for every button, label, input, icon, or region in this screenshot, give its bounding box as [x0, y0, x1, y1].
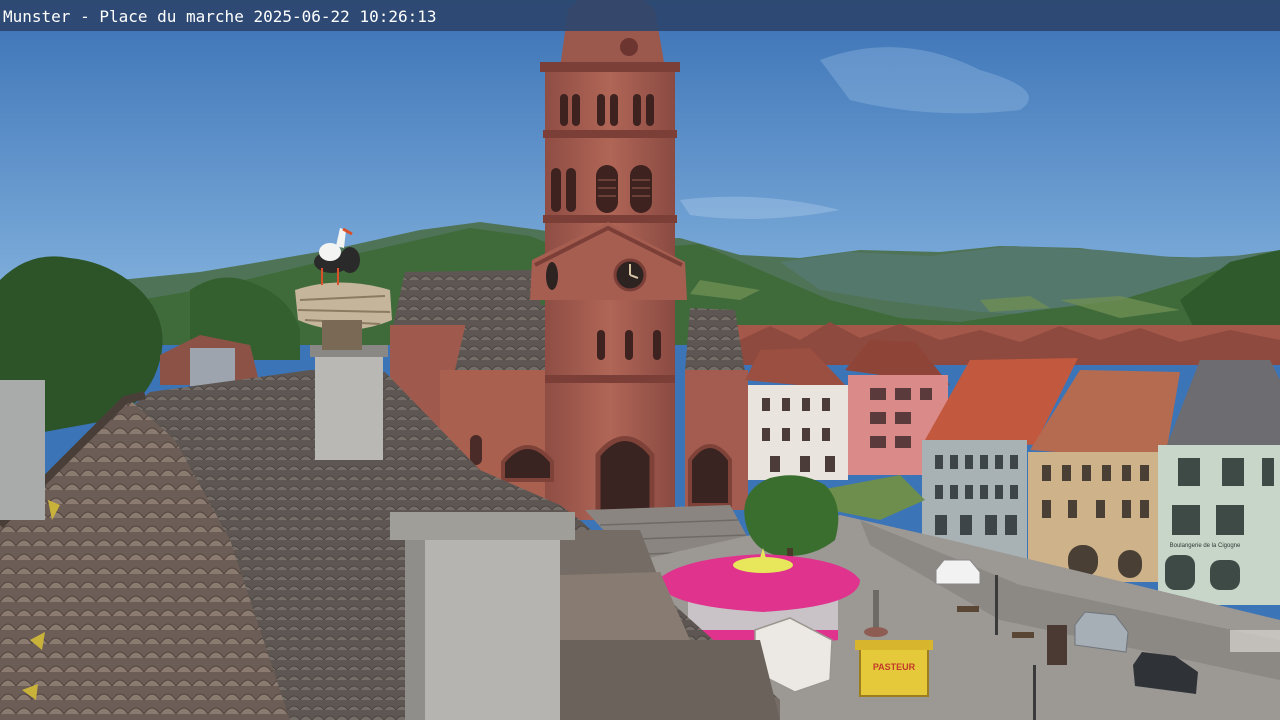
car-white: [935, 559, 981, 585]
lamp-post: [1033, 665, 1036, 720]
left-chimney: [0, 380, 45, 520]
house-left-wall: [190, 348, 235, 386]
tower-cornice: [540, 62, 680, 72]
lamp-post: [995, 575, 998, 635]
overlay-spacer: [350, 6, 360, 28]
webcam-frame: Boulangerie de la Cigogne PASTEUR Munste…: [0, 0, 1280, 720]
tower-rose-window: [620, 38, 638, 56]
crosswalk: [1230, 630, 1280, 652]
main-portal: [595, 436, 655, 518]
foreground-chimney: [405, 530, 560, 720]
info-board: [1047, 625, 1067, 665]
kiosk-sign: PASTEUR: [873, 662, 916, 672]
square-tree: [744, 475, 839, 556]
overlay-location: Munster - Place du marche: [3, 6, 244, 26]
tower-cornice: [543, 130, 677, 138]
kiosk: [859, 647, 929, 697]
bench: [1012, 632, 1034, 638]
foreground-chimney-shadow: [405, 540, 425, 720]
side-portal-left: [501, 445, 554, 482]
house-mint-roof: [1165, 360, 1280, 450]
fountain-column: [873, 590, 879, 630]
church-right-roof: [685, 308, 745, 372]
overlay-date: 2025-06-22: [253, 6, 350, 26]
overlay-time: 10:26:13: [359, 6, 437, 26]
clock-icon: [613, 258, 647, 292]
side-portal-right: [688, 444, 732, 507]
foreground-roof-band: [560, 640, 780, 720]
timestamp-overlay: Munster - Place du marche 2025-06-22 10:…: [0, 0, 1280, 31]
kiosk-roof: [855, 640, 933, 650]
tower-cornice: [543, 215, 677, 223]
bench: [957, 606, 979, 612]
overlay-spacer: [244, 6, 254, 28]
tower-frieze: [545, 375, 675, 383]
webcam-scene: Boulangerie de la Cigogne PASTEUR: [0, 0, 1280, 720]
church-arch-side: [470, 435, 482, 465]
foreground-chimney-cap: [390, 512, 575, 540]
shop-sign: Boulangerie de la Cigogne: [1170, 543, 1241, 549]
fountain-basin: [864, 627, 888, 637]
nest-chimney: [315, 350, 383, 460]
clock-side: [546, 262, 558, 290]
